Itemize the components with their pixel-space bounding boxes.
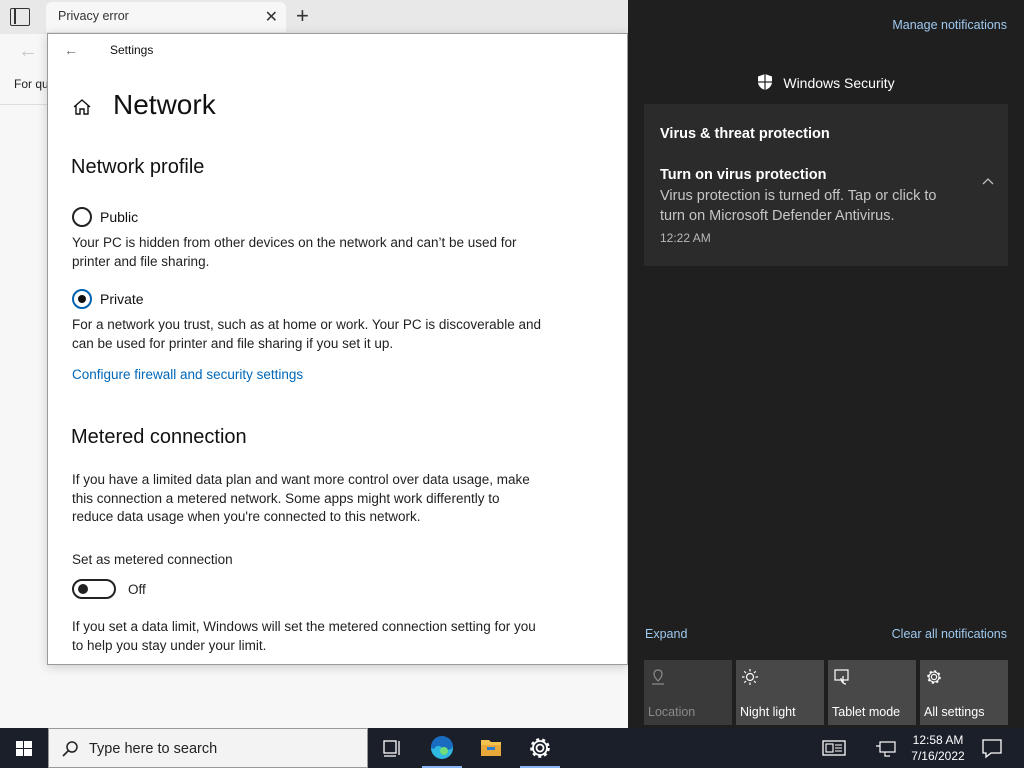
home-icon[interactable] (72, 97, 92, 117)
public-radio[interactable] (72, 207, 92, 227)
app-header-label: Windows Security (783, 75, 895, 91)
browser-tabstrip: Privacy error ✕ + (0, 0, 628, 34)
public-description: Your PC is hidden from other devices on … (72, 235, 517, 269)
metered-connection-heading: Metered connection (71, 426, 247, 448)
notification-body: Virus protection is turned off. Tap or c… (660, 188, 937, 224)
task-view-icon (383, 740, 400, 757)
notification-group: Virus & threat protection (660, 126, 830, 142)
firewall-settings-link[interactable]: Configure firewall and security settings (72, 367, 303, 382)
quick-action-night-light[interactable]: Night light (736, 660, 824, 725)
private-radio-label[interactable]: Private (100, 291, 144, 307)
notification-title: Turn on virus protection (660, 167, 827, 183)
metered-toggle-label: Set as metered connection (72, 552, 233, 567)
notification-icon (982, 739, 1002, 759)
taskbar: Type here to search 12:58 AM 7/16/2022 (0, 728, 1024, 768)
notification-card[interactable]: Virus & threat protection Turn on virus … (644, 104, 1008, 266)
new-tab-icon[interactable]: + (296, 3, 309, 29)
quick-action-label: Tablet mode (832, 705, 901, 719)
edge-icon (430, 735, 453, 759)
tab-actions-icon[interactable] (10, 8, 30, 26)
network-icon (876, 741, 896, 757)
expand-link[interactable]: Expand (645, 627, 687, 641)
night-light-icon (742, 669, 758, 685)
private-description: For a network you trust, such as at home… (72, 317, 541, 351)
gear-icon (530, 738, 550, 758)
file-explorer-taskbar-button[interactable] (467, 728, 515, 768)
network-tray-button[interactable] (872, 728, 902, 768)
settings-window: ← Settings Network Network profile Publi… (47, 33, 628, 665)
edge-taskbar-button[interactable] (418, 728, 466, 768)
chevron-up-icon[interactable] (982, 176, 994, 188)
action-center-button[interactable] (974, 728, 1010, 768)
quick-action-label: Location (648, 705, 696, 719)
manage-notifications-link[interactable]: Manage notifications (892, 18, 1007, 32)
taskbar-clock[interactable]: 12:58 AM 7/16/2022 (905, 732, 971, 764)
metered-description: If you have a limited data plan and want… (72, 472, 530, 524)
folder-icon (481, 740, 501, 756)
back-arrow-icon[interactable]: ← (18, 40, 38, 63)
action-center: Manage notifications Windows Security Vi… (628, 0, 1024, 728)
back-arrow-icon[interactable]: ← (64, 42, 78, 58)
data-limit-description: If you set a data limit, Windows will se… (72, 619, 536, 653)
tab-title: Privacy error (58, 9, 129, 23)
page-title: Network (113, 89, 216, 120)
notification-time: 12:22 AM (660, 231, 711, 245)
close-icon[interactable]: ✕ (265, 7, 278, 27)
clock-date: 7/16/2022 (911, 749, 965, 763)
metered-toggle[interactable] (72, 579, 116, 599)
quick-action-all-settings[interactable]: All settings (920, 660, 1008, 725)
task-view-button[interactable] (368, 728, 416, 768)
start-button[interactable] (0, 728, 48, 768)
news-icon (822, 740, 846, 756)
quick-action-label: All settings (924, 705, 985, 719)
browser-tab[interactable]: Privacy error ✕ (46, 2, 286, 32)
quick-action-location[interactable]: Location (644, 660, 732, 725)
window-title: Settings (110, 43, 154, 57)
private-radio[interactable] (72, 289, 92, 309)
settings-taskbar-button[interactable] (516, 728, 564, 768)
shield-icon (758, 74, 773, 90)
network-profile-heading: Network profile (71, 156, 205, 178)
tablet-mode-icon (834, 669, 849, 685)
quick-action-label: Night light (740, 705, 796, 719)
search-icon (62, 741, 78, 757)
notification-app-header: Windows Security (628, 73, 1024, 91)
gear-icon (927, 670, 941, 684)
news-widget-button[interactable] (811, 728, 859, 768)
public-radio-label[interactable]: Public (100, 209, 138, 225)
windows-logo-icon (16, 741, 32, 756)
metered-toggle-state: Off (128, 582, 146, 597)
taskbar-search-box[interactable]: Type here to search (48, 728, 368, 768)
location-icon (652, 669, 664, 685)
quick-action-tablet-mode[interactable]: Tablet mode (828, 660, 916, 725)
search-placeholder: Type here to search (89, 741, 218, 757)
favorites-bar-text: For qu (14, 77, 49, 91)
clear-all-notifications-link[interactable]: Clear all notifications (892, 627, 1007, 641)
clock-time: 12:58 AM (912, 733, 964, 747)
